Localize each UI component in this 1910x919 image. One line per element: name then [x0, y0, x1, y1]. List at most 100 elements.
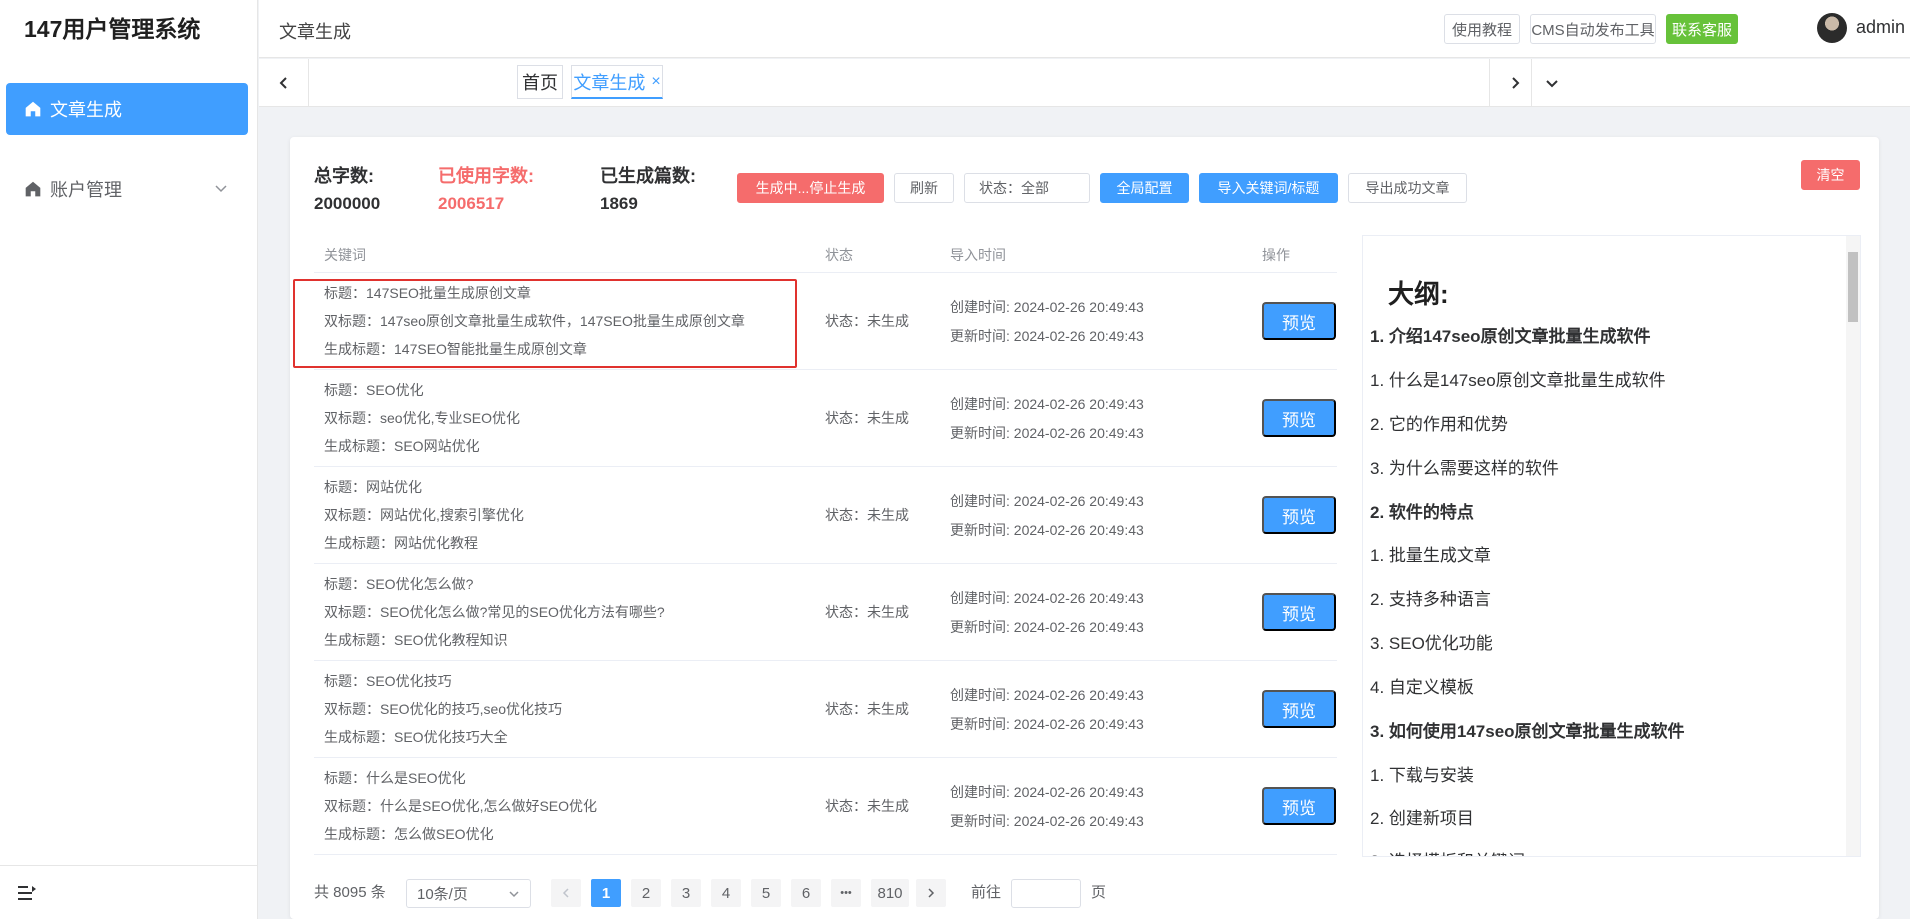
chevron-down-icon [215, 185, 227, 193]
username[interactable]: admin [1856, 17, 1905, 38]
row-status: 状态：未生成 [825, 313, 909, 329]
outline-item: 1. 下载与安装 [1370, 766, 1474, 785]
row-title: 标题：SEO优化 [324, 382, 424, 398]
stat-label: 已生成篇数: [600, 166, 696, 186]
stat-total-words: 总字数: 2000000 [314, 162, 380, 214]
refresh-button[interactable]: 刷新 [894, 173, 954, 203]
goto-page-input[interactable] [1011, 879, 1081, 908]
status-filter-select[interactable]: 状态：全部 [964, 173, 1090, 203]
preview-button[interactable]: 预览 [1262, 593, 1336, 631]
next-page-button[interactable] [916, 879, 946, 907]
stat-value: 1869 [600, 194, 638, 213]
sidebar-footer [0, 865, 257, 919]
row-updated-time: 更新时间: 2024-02-26 20:49:43 [950, 425, 1144, 441]
page-button-1[interactable]: 1 [591, 879, 621, 907]
row-created-time: 创建时间: 2024-02-26 20:49:43 [950, 493, 1144, 509]
table-row: 标题：SEO优化怎么做? 双标题：SEO优化怎么做?常见的SEO优化方法有哪些?… [314, 564, 1337, 661]
tab-article-generation[interactable]: 文章生成 × [571, 65, 663, 99]
outline-scrollbar[interactable] [1846, 236, 1860, 856]
cms-tool-button[interactable]: CMS自动发布工具 [1530, 14, 1656, 44]
contact-service-button[interactable]: 联系客服 [1666, 14, 1738, 44]
page-button-3[interactable]: 3 [671, 879, 701, 907]
stat-used-words: 已使用字数: 2006517 [438, 162, 534, 214]
sidebar-item-account[interactable]: 账户管理 [6, 163, 248, 215]
tab-label: 文章生成 [573, 72, 646, 93]
stat-value: 2000000 [314, 194, 381, 213]
preview-button[interactable]: 预览 [1262, 496, 1336, 534]
row-created-time: 创建时间: 2024-02-26 20:49:43 [950, 590, 1144, 606]
tab-home[interactable]: 首页 [517, 65, 563, 99]
close-icon[interactable]: × [651, 73, 660, 91]
page-button-6[interactable]: 6 [791, 879, 821, 907]
pagination-total: 共 8095 条 [314, 884, 386, 901]
avatar[interactable] [1817, 13, 1847, 43]
outline-item: 2. 它的作用和优势 [1370, 415, 1508, 434]
outline-item: 3. SEO优化功能 [1370, 634, 1493, 653]
row-double-title: 双标题：SEO优化的技巧,seo优化技巧 [324, 701, 563, 717]
home-icon [25, 101, 41, 117]
row-status: 状态：未生成 [825, 701, 909, 717]
column-header-action: 操作 [1262, 247, 1290, 263]
global-config-button[interactable]: 全局配置 [1100, 173, 1189, 203]
more-pages-button[interactable]: ••• [831, 879, 861, 907]
tabs-menu-dropdown[interactable] [1531, 59, 1571, 107]
clear-button[interactable]: 清空 [1801, 160, 1860, 190]
outline-item: 1. 什么是147seo原创文章批量生成软件 [1370, 371, 1666, 390]
row-title: 标题：SEO优化怎么做? [324, 576, 474, 592]
preview-button[interactable]: 预览 [1262, 787, 1336, 825]
sidebar: 147用户管理系统 文章生成 账户管理 [0, 0, 258, 919]
top-header: 文章生成 使用教程 CMS自动发布工具 联系客服 admin [259, 0, 1910, 58]
export-articles-button[interactable]: 导出成功文章 [1348, 173, 1467, 203]
outline-item: 3. 选择模板和关键词 [1370, 847, 1525, 856]
column-header-keyword: 关键词 [324, 247, 366, 263]
stop-generation-button[interactable]: 生成中...停止生成 [737, 173, 884, 203]
tabs-scroll-left[interactable] [259, 59, 309, 107]
outline-item: 1. 批量生成文章 [1370, 546, 1491, 565]
scrollbar-thumb[interactable] [1848, 252, 1858, 322]
table-header: 关键词 状态 导入时间 操作 [314, 235, 1337, 273]
row-created-time: 创建时间: 2024-02-26 20:49:43 [950, 687, 1144, 703]
sidebar-item-label: 账户管理 [50, 180, 122, 200]
chevron-right-icon [928, 888, 935, 898]
highlight-box [293, 279, 797, 368]
prev-page-button[interactable] [551, 879, 581, 907]
stat-label: 总字数: [314, 166, 374, 186]
goto-label: 前往 [971, 884, 1002, 901]
outline-heading: 大纲: [1388, 279, 1449, 309]
stat-label: 已使用字数: [438, 166, 534, 186]
sidebar-item-label: 文章生成 [50, 100, 122, 120]
preview-button[interactable]: 预览 [1262, 302, 1336, 340]
row-status: 状态：未生成 [825, 798, 909, 814]
collapse-menu-icon[interactable] [16, 883, 38, 903]
page-button-5[interactable]: 5 [751, 879, 781, 907]
preview-button[interactable]: 预览 [1262, 690, 1336, 728]
row-title: 标题：网站优化 [324, 479, 422, 495]
row-updated-time: 更新时间: 2024-02-26 20:49:43 [950, 716, 1144, 732]
import-keywords-button[interactable]: 导入关键词/标题 [1199, 173, 1338, 203]
tutorial-button[interactable]: 使用教程 [1444, 14, 1520, 44]
row-generated-title: 生成标题：SEO网站优化 [324, 438, 480, 454]
page-button-4[interactable]: 4 [711, 879, 741, 907]
outline-item: 3. 为什么需要这样的软件 [1370, 459, 1559, 478]
outline-item: 2. 支持多种语言 [1370, 590, 1491, 609]
table-row: 标题：网站优化 双标题：网站优化,搜索引擎优化 生成标题：网站优化教程 状态：未… [314, 467, 1337, 564]
outline-item: 2. 创建新项目 [1370, 809, 1474, 828]
preview-button[interactable]: 预览 [1262, 399, 1336, 437]
row-double-title: 双标题：seo优化,专业SEO优化 [324, 410, 521, 426]
page-size-value: 10条/页 [417, 886, 468, 903]
page-button-last[interactable]: 810 [871, 879, 909, 907]
page-size-select[interactable]: 10条/页 [406, 879, 531, 908]
row-double-title: 双标题：网站优化,搜索引擎优化 [324, 507, 524, 523]
table-row: 标题：SEO优化 双标题：seo优化,专业SEO优化 生成标题：SEO网站优化 … [314, 370, 1337, 467]
row-double-title: 双标题：什么是SEO优化,怎么做好SEO优化 [324, 798, 598, 814]
outline-item: 3. 如何使用147seo原创文章批量生成软件 [1370, 722, 1685, 741]
row-created-time: 创建时间: 2024-02-26 20:49:43 [950, 784, 1144, 800]
outline-preview-panel[interactable]: 大纲: 1. 介绍147seo原创文章批量生成软件 1. 什么是147seo原创… [1362, 235, 1861, 857]
stat-value: 2006517 [438, 194, 505, 213]
page-button-2[interactable]: 2 [631, 879, 661, 907]
tab-label: 首页 [522, 73, 558, 93]
row-title: 标题：什么是SEO优化 [324, 770, 466, 786]
sidebar-item-article-generation[interactable]: 文章生成 [6, 83, 248, 135]
row-created-time: 创建时间: 2024-02-26 20:49:43 [950, 396, 1144, 412]
outline-item: 4. 自定义模板 [1370, 678, 1474, 697]
